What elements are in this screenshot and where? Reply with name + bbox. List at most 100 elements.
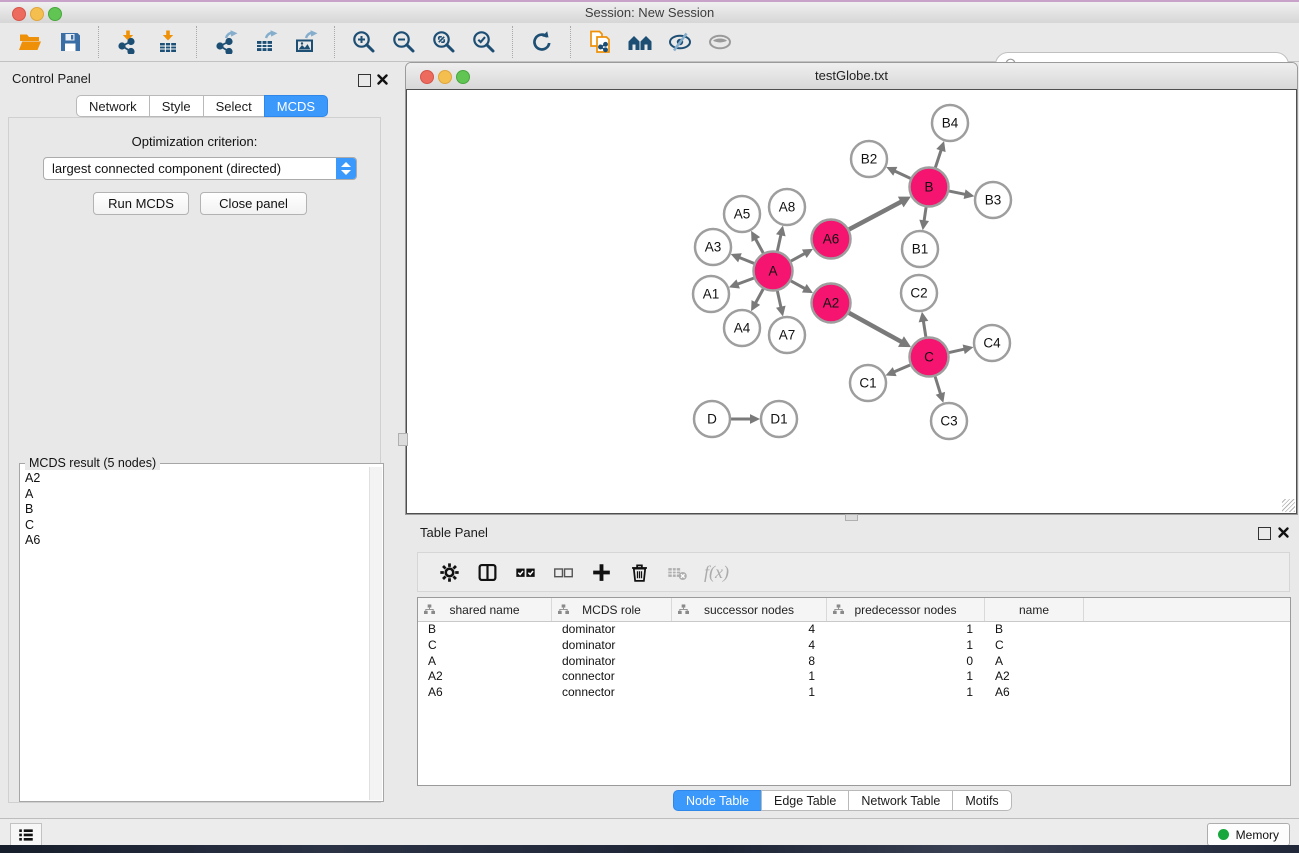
mcds-result-item[interactable]: A2 — [21, 471, 369, 487]
gear-icon[interactable] — [436, 559, 462, 585]
table-row[interactable]: Cdominator41C — [418, 638, 1290, 654]
table-row[interactable]: A2connector11A2 — [418, 669, 1290, 685]
graph-node-C4[interactable]: C4 — [974, 325, 1010, 361]
mcds-result-item[interactable]: A — [21, 487, 369, 503]
tab-network-table[interactable]: Network Table — [848, 790, 953, 811]
graph-node-A1[interactable]: A1 — [693, 276, 729, 312]
import-table-icon[interactable] — [154, 28, 182, 56]
eye-icon[interactable] — [706, 28, 734, 56]
resize-grip-icon[interactable] — [1282, 499, 1295, 512]
graph-node-B2[interactable]: B2 — [851, 141, 887, 177]
zoom-fit-icon[interactable] — [430, 28, 458, 56]
tab-motifs[interactable]: Motifs — [952, 790, 1011, 811]
tab-node-table[interactable]: Node Table — [673, 790, 762, 811]
graph-node-A6[interactable]: A6 — [812, 220, 851, 259]
graph-node-B1[interactable]: B1 — [902, 231, 938, 267]
graph-node-C3[interactable]: C3 — [931, 403, 967, 439]
graph-node-A[interactable]: A — [754, 252, 793, 291]
tab-style[interactable]: Style — [149, 95, 204, 117]
graph-node-C[interactable]: C — [910, 338, 949, 377]
graph-node-A7[interactable]: A7 — [769, 317, 805, 353]
table-row[interactable]: A6connector11A6 — [418, 685, 1290, 701]
unselect-all-icon[interactable] — [550, 559, 576, 585]
tab-network[interactable]: Network — [76, 95, 150, 117]
edge-B-B4[interactable] — [935, 150, 941, 168]
control-panel-float-icon[interactable] — [358, 74, 371, 87]
edge-A-A3[interactable] — [739, 257, 754, 263]
add-column-icon[interactable] — [588, 559, 614, 585]
edge-A-A8[interactable] — [777, 234, 781, 251]
edge-A-A5[interactable] — [755, 239, 763, 253]
copy-network-doc-icon[interactable] — [586, 28, 614, 56]
splitpane-grip-bottom[interactable] — [845, 514, 858, 521]
export-image-icon[interactable] — [292, 28, 320, 56]
export-network-icon[interactable] — [212, 28, 240, 56]
save-icon[interactable] — [56, 28, 84, 56]
column-header-name[interactable]: name — [985, 598, 1084, 621]
edge-B-B2[interactable] — [894, 171, 910, 178]
task-history-button[interactable] — [10, 823, 42, 846]
select-all-icon[interactable] — [512, 559, 538, 585]
column-header-shared-name[interactable]: shared name — [418, 598, 552, 621]
function-builder-button[interactable]: f(x) — [704, 562, 729, 583]
zoom-in-icon[interactable] — [350, 28, 378, 56]
network-graph[interactable]: A A1 A2 A3 A4 A5 A6 A7 A8 B B1 B2 B3 B4 … — [407, 90, 1296, 514]
tab-select[interactable]: Select — [203, 95, 265, 117]
graph-node-B4[interactable]: B4 — [932, 105, 968, 141]
mcds-result-item[interactable]: A6 — [21, 533, 369, 549]
edge-C-C3[interactable] — [935, 377, 941, 395]
graph-node-D1[interactable]: D1 — [761, 401, 797, 437]
close-panel-button[interactable]: Close panel — [200, 192, 307, 215]
import-network-icon[interactable] — [114, 28, 142, 56]
zoom-selected-icon[interactable] — [470, 28, 498, 56]
graph-node-C1[interactable]: C1 — [850, 365, 886, 401]
delete-table-icon[interactable] — [664, 559, 690, 585]
edge-A-A4[interactable] — [755, 289, 763, 303]
edge-C-C2[interactable] — [923, 321, 926, 337]
graph-node-C2[interactable]: C2 — [901, 275, 937, 311]
run-mcds-button[interactable]: Run MCDS — [93, 192, 189, 215]
edge-C-C1[interactable] — [894, 365, 910, 372]
edge-A-A6[interactable] — [791, 253, 805, 261]
edge-A-A2[interactable] — [791, 281, 805, 289]
column-header-successor-nodes[interactable]: successor nodes — [672, 598, 827, 621]
houses-icon[interactable] — [626, 28, 654, 56]
split-columns-icon[interactable] — [474, 559, 500, 585]
eye-slash-icon[interactable] — [666, 28, 694, 56]
column-header-MCDS-role[interactable]: MCDS role — [552, 598, 672, 621]
tab-mcds[interactable]: MCDS — [264, 95, 328, 117]
open-folder-icon[interactable] — [16, 28, 44, 56]
edge-C-C4[interactable] — [949, 349, 965, 352]
graph-node-D[interactable]: D — [694, 401, 730, 437]
table-panel-float-icon[interactable] — [1258, 527, 1271, 540]
graph-node-A2[interactable]: A2 — [812, 284, 851, 323]
tab-edge-table[interactable]: Edge Table — [761, 790, 849, 811]
graph-node-B3[interactable]: B3 — [975, 182, 1011, 218]
network-canvas[interactable]: A A1 A2 A3 A4 A5 A6 A7 A8 B B1 B2 B3 B4 … — [406, 89, 1297, 514]
table-row[interactable]: Adominator80A — [418, 654, 1290, 670]
zoom-out-icon[interactable] — [390, 28, 418, 56]
graph-node-A4[interactable]: A4 — [724, 310, 760, 346]
splitpane-grip-left[interactable] — [398, 433, 408, 446]
graph-node-A8[interactable]: A8 — [769, 189, 805, 225]
edge-A6-B[interactable] — [849, 202, 902, 230]
edge-B-B3[interactable] — [949, 191, 965, 194]
edge-A-A1[interactable] — [737, 278, 754, 284]
mcds-result-item[interactable]: B — [21, 502, 369, 518]
delete-column-icon[interactable] — [626, 559, 652, 585]
control-panel-close-icon[interactable] — [376, 73, 389, 86]
graph-node-A5[interactable]: A5 — [724, 196, 760, 232]
table-panel-close-icon[interactable] — [1277, 526, 1290, 539]
result-scrollbar[interactable] — [369, 467, 382, 800]
edge-B-B1[interactable] — [924, 207, 926, 221]
memory-button[interactable]: Memory — [1207, 823, 1290, 846]
refresh-icon[interactable] — [528, 28, 556, 56]
graph-node-B[interactable]: B — [910, 168, 949, 207]
table-row[interactable]: Bdominator41B — [418, 622, 1290, 638]
edge-A2-C[interactable] — [849, 313, 902, 342]
export-table-icon[interactable] — [252, 28, 280, 56]
network-window-titlebar[interactable]: testGlobe.txt — [406, 63, 1297, 90]
criterion-select[interactable]: largest connected component (directed) — [43, 157, 357, 180]
mcds-result-item[interactable]: C — [21, 518, 369, 534]
graph-node-A3[interactable]: A3 — [695, 229, 731, 265]
